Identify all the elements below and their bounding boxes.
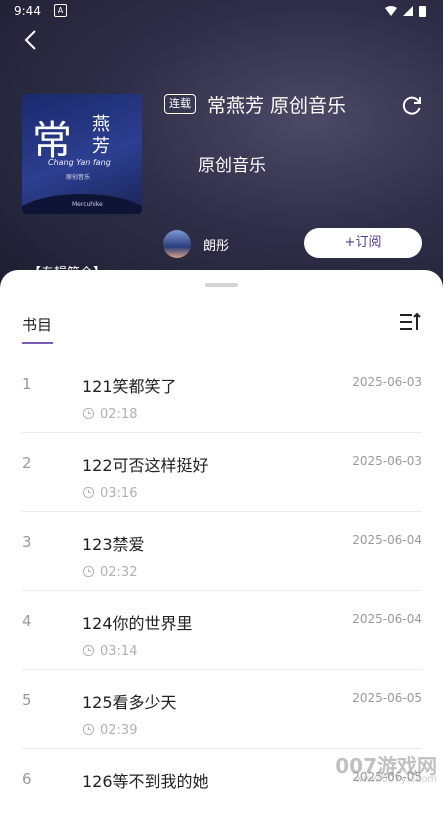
- cover-char-bottom: 芳: [92, 136, 110, 157]
- clock-icon: [82, 723, 95, 736]
- sort-icon[interactable]: [398, 310, 422, 334]
- track-title: 122可否这样挺好: [82, 456, 209, 475]
- cover-mark: Mercuhike: [72, 201, 103, 208]
- track-date: 2025-06-04: [352, 533, 422, 547]
- tab-indicator: [22, 342, 53, 344]
- cover-sub: 原创音乐: [66, 174, 91, 181]
- track-duration: 03:14: [100, 644, 138, 659]
- track-date: 2025-06-04: [352, 612, 422, 626]
- clock-icon: [82, 486, 95, 499]
- track-title: 124你的世界里: [82, 614, 193, 633]
- back-arrow-icon[interactable]: [20, 28, 44, 52]
- cover-script: Chang Yan fang: [48, 158, 111, 167]
- wifi-battery-icon: [385, 6, 426, 17]
- subscribe-button[interactable]: +订阅: [304, 228, 422, 258]
- track-row[interactable]: 1 121笑都笑了 2025-06-03 02:18: [0, 354, 443, 433]
- track-row[interactable]: 5 125看多少天 2025-06-05 02:39: [0, 670, 443, 749]
- clock-icon: [82, 407, 95, 420]
- track-sheet: 书目 1 121笑都笑了 2025-06-03 02:18 2 122可否这样挺…: [0, 270, 443, 791]
- status-time: 9:44: [14, 4, 41, 18]
- track-duration: 02:32: [100, 565, 138, 580]
- track-number: 4: [22, 612, 32, 630]
- track-duration: 02:39: [100, 723, 138, 738]
- track-duration: 02:18: [100, 407, 138, 422]
- status-icons: [383, 5, 433, 20]
- sheet-handle[interactable]: [205, 283, 238, 287]
- track-title: 125看多少天: [82, 693, 177, 712]
- track-row[interactable]: 3 123禁爱 2025-06-04 02:32: [0, 512, 443, 591]
- track-duration: 03:16: [100, 486, 138, 501]
- author-avatar[interactable]: [163, 230, 191, 258]
- author-name[interactable]: 朗彤: [203, 235, 229, 254]
- track-date: 2025-06-05: [352, 691, 422, 705]
- track-number: 3: [22, 533, 32, 551]
- track-title: 126等不到我的她: [82, 772, 209, 791]
- track-date: 2025-06-03: [352, 454, 422, 468]
- track-title: 123禁爱: [82, 535, 145, 554]
- status-bar: 9:44 A: [0, 0, 443, 24]
- notification-icon: A: [54, 4, 67, 17]
- album-cover: 常 燕 芳 Chang Yan fang 原创音乐 Mercuhike: [22, 94, 142, 214]
- album-subtitle: 原创音乐: [198, 156, 266, 176]
- album-header: 9:44 A 常 燕 芳 Chang Yan fang 原创音乐 Mercuhi…: [0, 0, 443, 300]
- track-title: 121笑都笑了: [82, 377, 177, 396]
- track-number: 5: [22, 691, 32, 709]
- tab-tracklist[interactable]: 书目: [22, 314, 52, 335]
- track-number: 6: [22, 770, 32, 788]
- watermark-url: www.007yx.com: [354, 774, 437, 785]
- album-title: 常燕芳 原创音乐: [207, 95, 347, 117]
- refresh-icon[interactable]: [400, 93, 424, 117]
- clock-icon: [82, 644, 95, 657]
- track-row[interactable]: 4 124你的世界里 2025-06-04 03:14: [0, 591, 443, 670]
- track-number: 1: [22, 375, 32, 393]
- track-row[interactable]: 2 122可否这样挺好 2025-06-03 03:16: [0, 433, 443, 512]
- track-date: 2025-06-03: [352, 375, 422, 389]
- serial-tag: 连载: [164, 94, 196, 114]
- track-number: 2: [22, 454, 32, 472]
- clock-icon: [82, 565, 95, 578]
